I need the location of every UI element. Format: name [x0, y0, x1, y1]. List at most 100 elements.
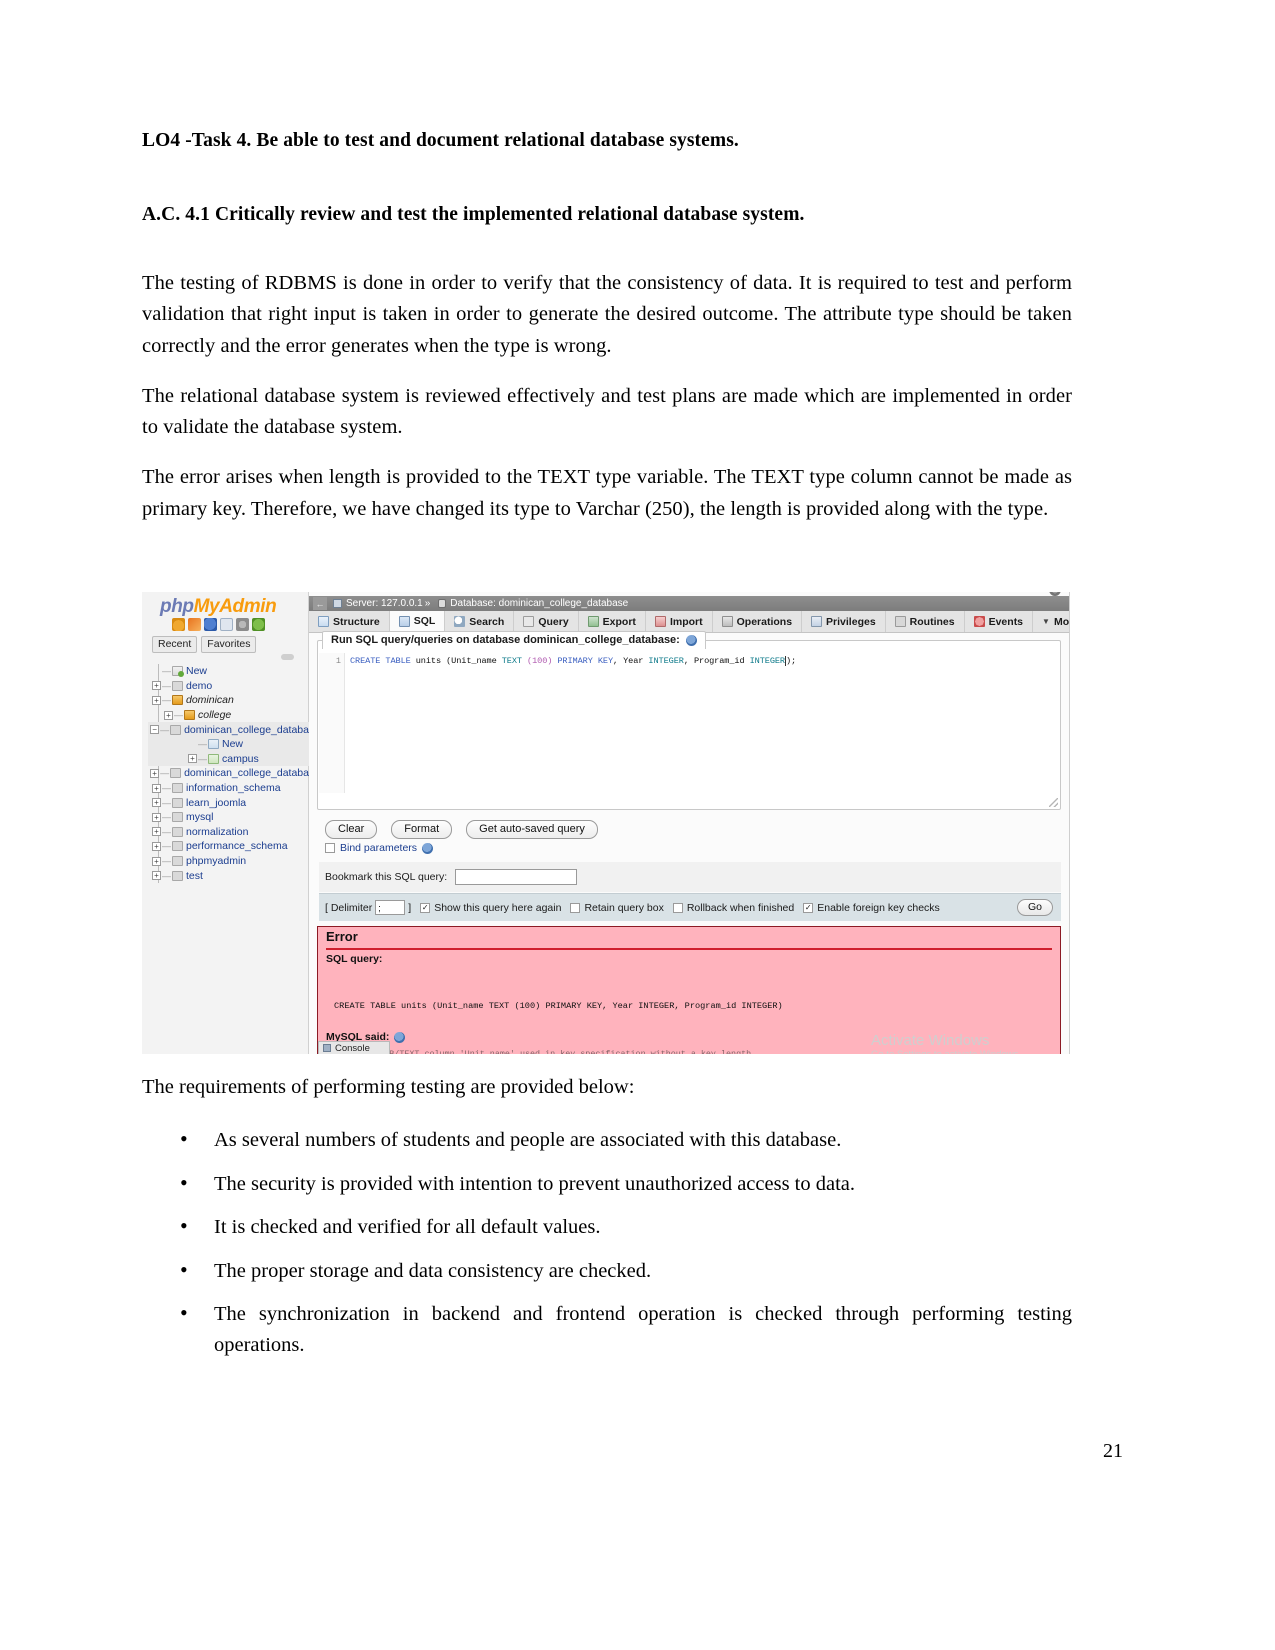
sql-icon — [398, 615, 410, 627]
tab-events[interactable]: Events — [965, 611, 1034, 632]
breadcrumb-database[interactable]: Database: dominican_college_database — [450, 598, 628, 609]
routines-icon — [894, 616, 906, 627]
delimiter-input[interactable] — [375, 900, 406, 915]
clear-button[interactable]: Clear — [325, 820, 378, 839]
tree-item[interactable]: + — dominican_college_databa — [148, 766, 309, 781]
collapse-icon[interactable]: − — [150, 725, 160, 735]
expand-icon[interactable]: + — [152, 856, 161, 866]
db-icon — [170, 724, 182, 735]
sql-token-comma2: , — [683, 656, 694, 666]
recent-tab[interactable]: Recent — [152, 636, 198, 653]
help-icon[interactable] — [422, 842, 434, 854]
option-enable-foreign-key-checks[interactable]: ✓ Enable foreign key checks — [803, 902, 940, 914]
paragraph-3: The error arises when length is provided… — [142, 466, 1072, 520]
sql-token-create: CREATE TABLE — [350, 656, 411, 666]
help-icon[interactable] — [394, 1031, 406, 1043]
delimiter-close-bracket: ] — [408, 901, 412, 914]
favorites-tab[interactable]: Favorites — [201, 636, 257, 653]
tree-item[interactable]: + — learn_joomla — [148, 795, 309, 810]
option-rollback-when-finished[interactable]: Rollback when finished — [672, 902, 794, 914]
expand-icon[interactable]: + — [152, 871, 161, 881]
tab-label: Export — [602, 615, 636, 628]
expand-icon[interactable]: + — [152, 681, 161, 691]
reload-icon[interactable] — [252, 618, 265, 631]
expand-icon[interactable]: + — [152, 827, 161, 837]
expand-icon[interactable]: + — [150, 768, 160, 778]
query-legend-text: Run SQL query/queries on database domini… — [331, 634, 680, 646]
gear-icon[interactable] — [1049, 592, 1061, 596]
tab-operations[interactable]: Operations — [713, 611, 803, 632]
home-icon[interactable] — [172, 618, 185, 631]
document-page: LO4 -Task 4. Be able to test and documen… — [0, 0, 1275, 1650]
tab-structure[interactable]: Structure — [309, 611, 390, 632]
bookmark-input[interactable] — [455, 869, 578, 885]
db-amber-icon — [172, 695, 183, 706]
expand-icon[interactable]: + — [152, 812, 161, 822]
sidebar-icon-row — [172, 618, 265, 631]
tree-item[interactable]: + — mysql — [148, 810, 309, 825]
wiki-icon[interactable] — [220, 618, 233, 631]
option-show-query-again[interactable]: ✓ Show this query here again — [420, 902, 561, 914]
sql-code[interactable]: CREATE TABLE units (Unit_name TEXT (100)… — [345, 653, 1059, 793]
tree-item[interactable]: − — dominican_college_databa — [148, 722, 309, 737]
sql-editor[interactable]: 1 CREATE TABLE units (Unit_name TEXT (10… — [319, 653, 1059, 793]
tab-privileges[interactable]: Privileges — [802, 611, 886, 632]
expand-icon[interactable]: + — [152, 783, 161, 793]
tab-import[interactable]: Import — [646, 611, 713, 632]
documentation-icon[interactable] — [204, 618, 217, 631]
tab-bar: Structure SQL Search Query Export Import Opera… — [309, 611, 1069, 633]
rollback-when-finished-checkbox[interactable] — [672, 902, 683, 913]
tree-item[interactable]: + — normalization — [148, 825, 309, 840]
expand-icon[interactable]: + — [164, 710, 173, 720]
tree-item[interactable]: + — phpmyadmin — [148, 854, 309, 869]
go-button[interactable]: Go — [1016, 899, 1053, 916]
console-bar[interactable]: Console — [318, 1041, 390, 1054]
show-query-again-checkbox[interactable]: ✓ — [420, 902, 431, 913]
exit-icon[interactable] — [188, 618, 201, 631]
tree-item[interactable]: + — demo — [148, 679, 309, 694]
document-text-body: LO4 -Task 4. Be able to test and documen… — [142, 130, 1072, 525]
document-text-after: The requirements of performing testing a… — [142, 1072, 1072, 1374]
tab-export[interactable]: Export — [579, 611, 646, 632]
tree-item[interactable]: + — college — [148, 708, 309, 723]
expand-icon[interactable]: + — [152, 841, 161, 851]
help-icon[interactable] — [685, 634, 697, 646]
tree-item-label: test — [186, 869, 203, 882]
expand-icon[interactable]: + — [188, 754, 197, 764]
expand-icon[interactable]: + — [152, 798, 161, 808]
tree-item[interactable]: + — dominican — [148, 693, 309, 708]
tab-query[interactable]: Query — [514, 611, 579, 632]
navigation-sidebar: phpMyAdmin Recent Favorites — New + — demo + —… — [142, 592, 309, 1054]
resize-handle[interactable] — [1049, 798, 1058, 807]
tab-sql[interactable]: SQL — [389, 611, 446, 632]
tree-item[interactable]: — New — [148, 736, 309, 752]
bind-parameters-checkbox[interactable] — [325, 843, 335, 853]
tree-item[interactable]: + — performance_schema — [148, 839, 309, 854]
tree-connector: — — [162, 856, 171, 867]
breadcrumb-server[interactable]: Server: 127.0.0.1 — [346, 598, 423, 609]
tab-routines[interactable]: Routines — [886, 611, 965, 632]
tab-search[interactable]: Search — [445, 611, 515, 632]
tree-item[interactable]: + — test — [148, 868, 309, 883]
collapse-handle-icon[interactable] — [281, 654, 294, 660]
enable-foreign-key-checks-label: Enable foreign key checks — [817, 901, 940, 914]
tab-more[interactable]: ▼More — [1033, 611, 1069, 632]
get-auto-saved-query-button[interactable]: Get auto-saved query — [466, 820, 598, 839]
retain-query-box-checkbox[interactable] — [570, 902, 581, 913]
sql-token-col2: Year — [623, 656, 649, 666]
phpmyadmin-logo[interactable]: phpMyAdmin — [160, 596, 277, 618]
tab-label: Privileges — [826, 615, 876, 628]
option-retain-query-box[interactable]: Retain query box — [570, 902, 664, 914]
tree-item[interactable]: + — campus — [148, 751, 309, 767]
requirement-item: The synchronization in backend and front… — [142, 1297, 1072, 1361]
tab-label: SQL — [413, 615, 436, 627]
tree-item[interactable]: + — information_schema — [148, 781, 309, 796]
expand-icon[interactable]: + — [152, 695, 161, 705]
enable-foreign-key-checks-checkbox[interactable]: ✓ — [803, 902, 814, 913]
back-arrow-icon[interactable]: ← — [313, 597, 327, 610]
windows-activation-watermark: Activate Windows Go to Settings to activ… — [871, 1032, 1021, 1054]
format-button[interactable]: Format — [391, 820, 453, 839]
tree-item[interactable]: — New — [148, 664, 309, 679]
settings-icon[interactable] — [236, 618, 249, 631]
